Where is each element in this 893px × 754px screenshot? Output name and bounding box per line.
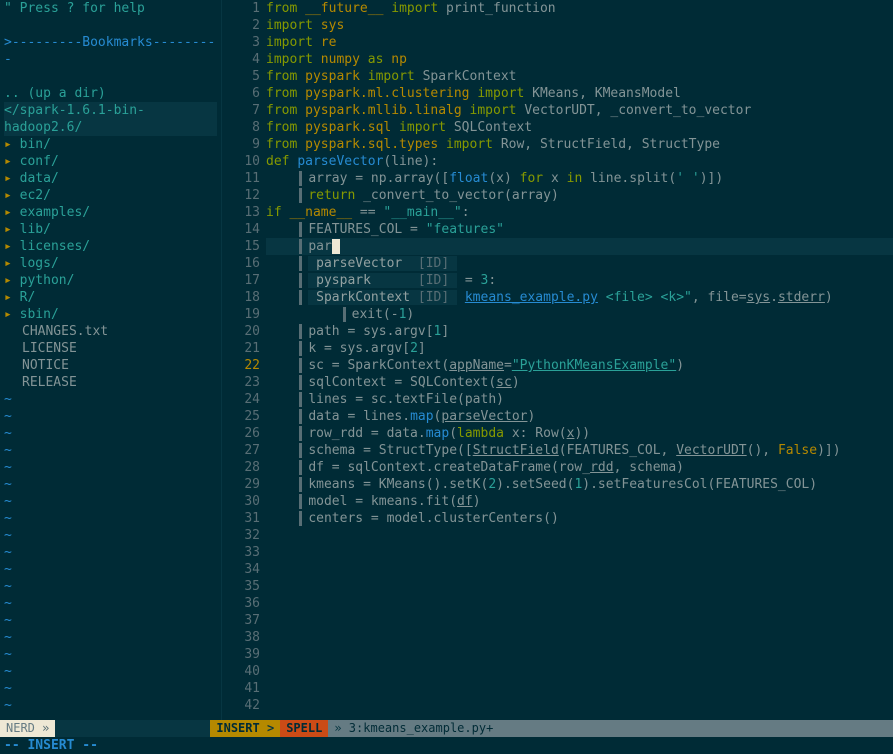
code-line[interactable]: centers = model.clusterCenters() (266, 510, 893, 527)
code-line[interactable]: if __name__ == "__main__": (266, 204, 893, 221)
bookmarks-header: >---------Bookmarks--------- (4, 34, 217, 68)
tree-dir[interactable]: ▸ logs/ (4, 255, 217, 272)
code-line[interactable]: return _convert_to_vector(array) (266, 187, 893, 204)
status-filename: » 3:kmeans_example.py+ (328, 720, 893, 737)
code-line[interactable]: from pyspark.sql.types import Row, Struc… (266, 136, 893, 153)
status-bar: NERD » INSERT > SPELL » 3:kmeans_example… (0, 720, 893, 737)
completion-item[interactable]: pyspark [ID] (308, 273, 457, 288)
code-line[interactable]: k = sys.argv[2] (266, 340, 893, 357)
code-area[interactable]: from __future__ import print_functionimp… (266, 0, 893, 720)
code-line[interactable]: from __future__ import print_function (266, 0, 893, 17)
code-line[interactable]: import numpy as np (266, 51, 893, 68)
status-nerdtree: NERD » (0, 720, 55, 737)
tree-dir[interactable]: ▸ ec2/ (4, 187, 217, 204)
code-line[interactable]: import sys (266, 17, 893, 34)
code-line[interactable]: sc = SparkContext(appName="PythonKMeansE… (266, 357, 893, 374)
completion-item[interactable]: SparkContext [ID] (308, 290, 457, 305)
tree-file[interactable]: CHANGES.txt (4, 323, 217, 340)
status-mode-spell: SPELL (280, 720, 328, 737)
code-line[interactable]: data = lines.map(parseVector) (266, 408, 893, 425)
code-line[interactable]: path = sys.argv[1] (266, 323, 893, 340)
tree-dir[interactable]: ▸ bin/ (4, 136, 217, 153)
code-line[interactable]: import re (266, 34, 893, 51)
tree-dir[interactable]: ▸ sbin/ (4, 306, 217, 323)
tree-dir[interactable]: ▸ lib/ (4, 221, 217, 238)
tree-dir[interactable]: ▸ R/ (4, 289, 217, 306)
help-line: " Press ? for help (4, 0, 217, 17)
tree-file[interactable]: LICENSE (4, 340, 217, 357)
status-mode-insert: INSERT > (210, 720, 280, 737)
code-line[interactable]: from pyspark.ml.clustering import KMeans… (266, 85, 893, 102)
tree-dir[interactable]: ▸ conf/ (4, 153, 217, 170)
code-line[interactable]: from pyspark.mllib.linalg import VectorU… (266, 102, 893, 119)
tree-file[interactable]: NOTICE (4, 357, 217, 374)
file-tree-sidebar: " Press ? for help >---------Bookmarks--… (0, 0, 222, 720)
tree-dir[interactable]: ▸ examples/ (4, 204, 217, 221)
code-line[interactable]: exit(-1) (266, 306, 893, 323)
tree-dir[interactable]: ▸ licenses/ (4, 238, 217, 255)
code-line[interactable]: sqlContext = SQLContext(sc) (266, 374, 893, 391)
code-line[interactable]: model = kmeans.fit(df) (266, 493, 893, 510)
code-line[interactable]: row_rdd = data.map(lambda x: Row(x)) (266, 425, 893, 442)
code-line[interactable]: def parseVector(line): (266, 153, 893, 170)
tree-dir[interactable]: ▸ data/ (4, 170, 217, 187)
code-line[interactable]: par (266, 238, 893, 255)
code-line[interactable]: FEATURES_COL = "features" (266, 221, 893, 238)
code-line[interactable]: kmeans = KMeans().setK(2).setSeed(1).set… (266, 476, 893, 493)
command-line: -- INSERT -- (0, 737, 893, 754)
code-line[interactable]: df = sqlContext.createDataFrame(row_rdd,… (266, 459, 893, 476)
code-line[interactable]: from pyspark import SparkContext (266, 68, 893, 85)
code-line[interactable]: schema = StructType([StructField(FEATURE… (266, 442, 893, 459)
code-line[interactable]: from pyspark.sql import SQLContext (266, 119, 893, 136)
tree-up-dir[interactable]: .. (up a dir) (4, 85, 217, 102)
code-line[interactable]: array = np.array([float(x) for x in line… (266, 170, 893, 187)
tree-file[interactable]: RELEASE (4, 374, 217, 391)
tree-current-dir[interactable]: </spark-1.6.1-bin-hadoop2.6/ (4, 102, 217, 136)
line-number-gutter: 1234567891011121314151617181920212223242… (234, 0, 266, 720)
tree-dir[interactable]: ▸ python/ (4, 272, 217, 289)
editor-pane[interactable]: 1234567891011121314151617181920212223242… (222, 0, 893, 720)
completion-item[interactable]: parseVector [ID] (308, 256, 457, 271)
code-line[interactable]: lines = sc.textFile(path) (266, 391, 893, 408)
